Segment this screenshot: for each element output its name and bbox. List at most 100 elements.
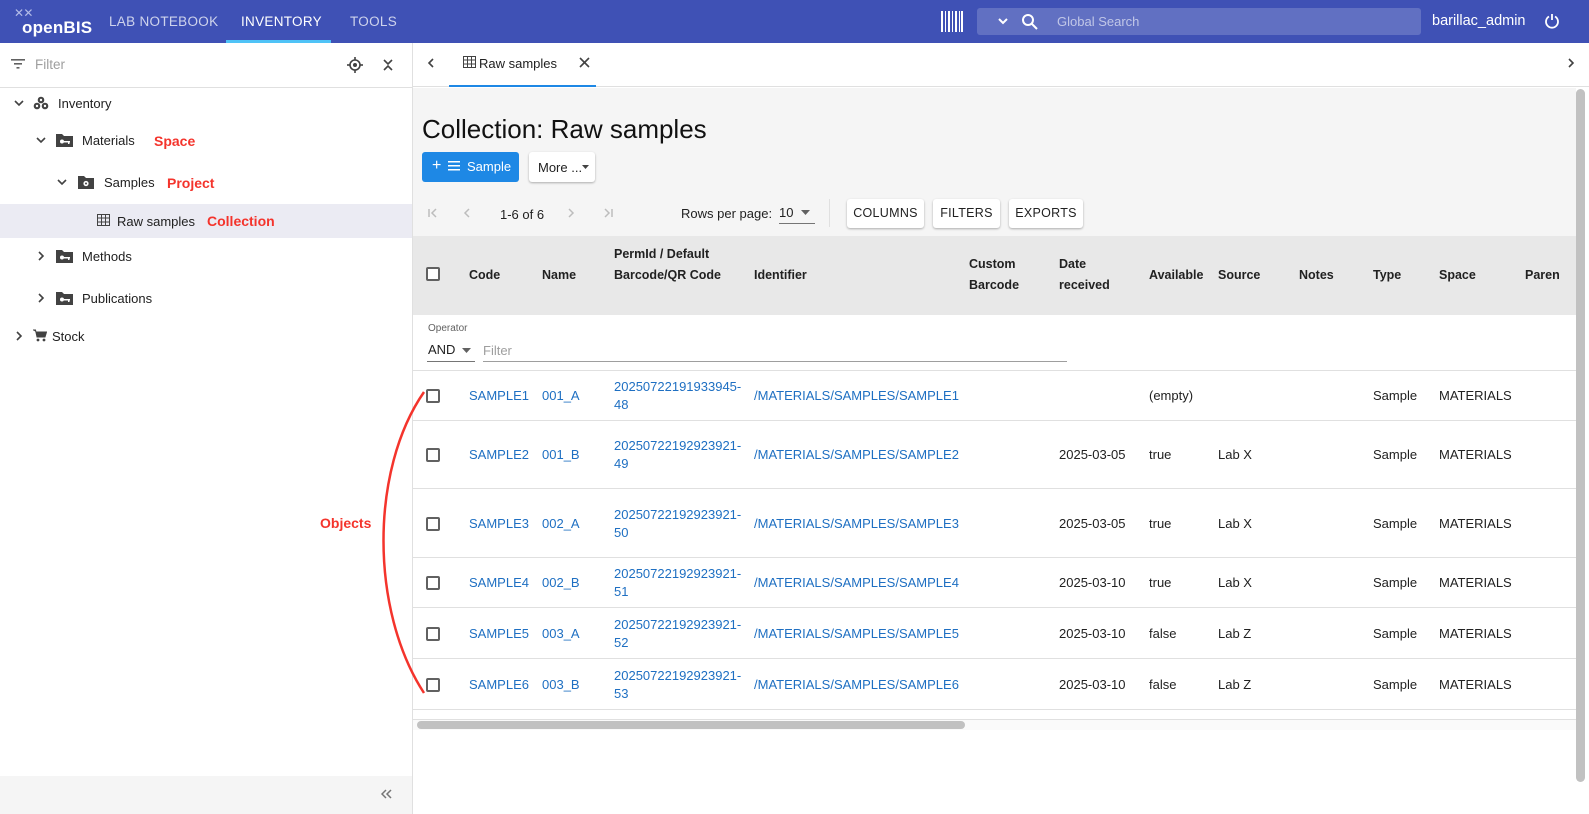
cell-identifier[interactable]: /MATERIALS/SAMPLES/SAMPLE2 <box>754 447 959 462</box>
cell-name[interactable]: 001_B <box>542 447 580 462</box>
exports-button[interactable]: EXPORTS <box>1009 199 1083 228</box>
columns-button[interactable]: COLUMNS <box>847 199 924 228</box>
cell-permid[interactable]: 20250722192923921- 50 <box>614 506 742 542</box>
row-checkbox[interactable] <box>426 677 440 692</box>
cell-identifier[interactable]: /MATERIALS/SAMPLES/SAMPLE5 <box>754 626 959 641</box>
tree-item-publications[interactable]: Publications <box>0 281 412 315</box>
tab-raw-samples[interactable]: Raw samples <box>449 43 596 87</box>
column-header-permid[interactable]: PermId / Default Barcode/QR Code <box>614 244 734 286</box>
permid-part: 20250722192923921- <box>614 566 742 581</box>
table-row[interactable]: SAMPLE6 003_B 20250722192923921- 53/MATERIA… <box>413 659 1576 710</box>
table-row[interactable]: SAMPLE1 001_A 20250722191933945- 48/MATERIA… <box>413 371 1576 421</box>
search-placeholder[interactable]: Global Search <box>1057 14 1139 29</box>
chevron-right-icon[interactable] <box>35 292 47 304</box>
cell-code[interactable]: SAMPLE5 <box>469 626 529 641</box>
row-checkbox[interactable] <box>426 389 440 403</box>
annotation-project: Project <box>167 175 215 191</box>
cell-name[interactable]: 003_A <box>542 626 580 641</box>
column-header-available[interactable]: Available <box>1149 265 1203 286</box>
cell-identifier[interactable]: /MATERIALS/SAMPLES/SAMPLE6 <box>754 677 959 692</box>
caret-down-icon <box>462 348 471 353</box>
cell-permid[interactable]: 20250722191933945- 48 <box>614 378 742 414</box>
cell-permid[interactable]: 20250722192923921- 51 <box>614 565 742 601</box>
first-page-icon[interactable] <box>427 207 439 219</box>
cell-name[interactable]: 003_B <box>542 677 580 692</box>
cell-permid[interactable]: 20250722192923921- 49 <box>614 437 742 473</box>
column-header-notes[interactable]: Notes <box>1299 265 1334 286</box>
cell-permid[interactable]: 20250722192923921- 52 <box>614 616 742 652</box>
table-row[interactable]: SAMPLE5 003_A 20250722192923921- 52/MATERIA… <box>413 608 1576 659</box>
chevron-down-icon[interactable] <box>997 15 1009 27</box>
row-checkbox[interactable] <box>426 626 440 641</box>
collapse-all-icon[interactable] <box>382 57 394 73</box>
operator-select[interactable]: AND <box>427 340 475 362</box>
tree-item-materials[interactable]: Materials <box>0 123 412 157</box>
row-checkbox[interactable] <box>426 448 440 462</box>
chevron-down-icon[interactable] <box>13 97 25 109</box>
user-name[interactable]: barillac_admin <box>1432 13 1526 29</box>
tree-item-inventory[interactable]: Inventory <box>0 86 412 120</box>
column-header-name[interactable]: Name <box>542 265 576 286</box>
row-checkbox[interactable] <box>426 576 440 590</box>
nav-tab-inventory[interactable]: INVENTORY <box>241 0 322 43</box>
more-button[interactable]: More ... <box>529 152 595 182</box>
column-header-parents[interactable]: Paren <box>1525 265 1560 286</box>
vertical-scroll-thumb[interactable] <box>1576 89 1585 782</box>
column-header-code[interactable]: Code <box>469 265 500 286</box>
table-row[interactable]: SAMPLE3 002_A 20250722192923921- 50/MATERIA… <box>413 489 1576 558</box>
chevron-right-icon[interactable] <box>13 330 25 342</box>
cell-code[interactable]: SAMPLE3 <box>469 516 529 531</box>
rows-per-page-select[interactable]: 10 <box>779 201 815 224</box>
select-all-checkbox[interactable] <box>426 267 440 281</box>
nav-tab-lab-notebook[interactable]: LAB NOTEBOOK <box>109 0 218 43</box>
cell-code[interactable]: SAMPLE1 <box>469 388 529 403</box>
collapse-sidebar-icon[interactable] <box>379 788 393 800</box>
cell-identifier[interactable]: /MATERIALS/SAMPLES/SAMPLE4 <box>754 575 959 590</box>
barcode-icon[interactable] <box>941 11 963 32</box>
previous-page-icon[interactable] <box>461 207 473 219</box>
chevron-right-icon[interactable] <box>1565 57 1577 69</box>
add-sample-button[interactable]: + Sample <box>422 152 519 182</box>
table-row[interactable]: SAMPLE4 002_B 20250722192923921- 51/MATERIA… <box>413 558 1576 608</box>
chevron-left-icon[interactable] <box>425 57 437 69</box>
column-header-source[interactable]: Source <box>1218 265 1260 286</box>
close-icon[interactable] <box>578 56 591 69</box>
global-search-box[interactable]: Global Search <box>977 8 1421 35</box>
locate-icon[interactable] <box>347 57 363 73</box>
column-header-space[interactable]: Space <box>1439 265 1476 286</box>
cell-identifier[interactable]: /MATERIALS/SAMPLES/SAMPLE1 <box>754 388 959 403</box>
cell-identifier[interactable]: /MATERIALS/SAMPLES/SAMPLE3 <box>754 516 959 531</box>
cell-source: Lab X <box>1218 575 1252 590</box>
column-header-type[interactable]: Type <box>1373 265 1401 286</box>
table-row[interactable]: SAMPLE2 001_B 20250722192923921- 49/MATERIA… <box>413 421 1576 489</box>
nav-tab-tools[interactable]: TOOLS <box>350 0 397 43</box>
cell-code[interactable]: SAMPLE2 <box>469 447 529 462</box>
horizontal-scrollbar[interactable] <box>413 719 1576 730</box>
global-filter-input[interactable]: Filter <box>483 341 1067 362</box>
chevron-down-icon[interactable] <box>35 134 47 146</box>
openbis-logo[interactable]: ✕ ✕ openBIS <box>14 6 94 38</box>
column-header-identifier[interactable]: Identifier <box>754 265 807 286</box>
cell-name[interactable]: 001_A <box>542 388 580 403</box>
cell-code[interactable]: SAMPLE4 <box>469 575 529 590</box>
cell-permid[interactable]: 20250722192923921- 53 <box>614 667 742 703</box>
horizontal-scroll-thumb[interactable] <box>417 721 965 729</box>
last-page-icon[interactable] <box>602 207 614 219</box>
tree-item-methods[interactable]: Methods <box>0 239 412 273</box>
cell-name[interactable]: 002_A <box>542 516 580 531</box>
sidebar-filter-input[interactable]: Filter <box>35 57 65 72</box>
chevron-right-icon[interactable] <box>35 250 47 262</box>
column-header-date-received[interactable]: Date received <box>1059 254 1121 296</box>
column-header-custom-barcode[interactable]: Custom Barcode <box>969 254 1031 296</box>
annotation-objects: Objects <box>320 515 372 531</box>
permid-part: 20250722191933945- <box>614 379 742 394</box>
tree-item-stock[interactable]: Stock <box>0 319 412 353</box>
chevron-down-icon[interactable] <box>56 176 68 188</box>
filters-button[interactable]: FILTERS <box>933 199 1000 228</box>
row-checkbox[interactable] <box>426 516 440 531</box>
cell-code[interactable]: SAMPLE6 <box>469 677 529 692</box>
next-page-icon[interactable] <box>565 207 577 219</box>
cell-name[interactable]: 002_B <box>542 575 580 590</box>
power-icon[interactable] <box>1544 13 1560 29</box>
tree-item-raw-samples[interactable]: Raw samples <box>0 204 412 238</box>
